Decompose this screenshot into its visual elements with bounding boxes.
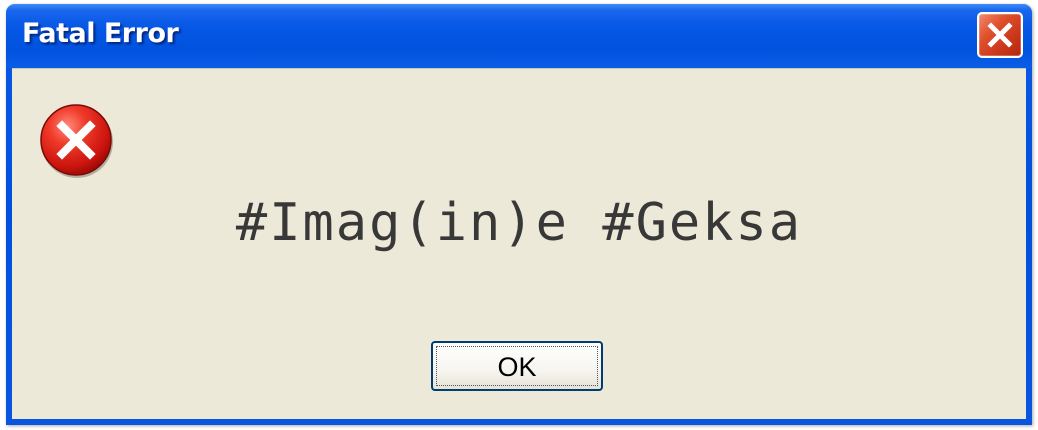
- error-message: #Imag(in)e #Geksa: [235, 193, 803, 253]
- close-icon: [987, 22, 1013, 48]
- dialog-window: Fatal Error #Imag(in)e #Geksa OK: [6, 4, 1032, 425]
- dialog-body: #Imag(in)e #Geksa OK: [12, 68, 1026, 419]
- window-title: Fatal Error: [22, 18, 179, 49]
- close-button[interactable]: [977, 12, 1023, 58]
- error-icon: [40, 104, 113, 178]
- ok-button[interactable]: OK: [431, 341, 603, 391]
- ok-button-label: OK: [497, 351, 537, 382]
- title-bar[interactable]: Fatal Error: [6, 4, 1032, 68]
